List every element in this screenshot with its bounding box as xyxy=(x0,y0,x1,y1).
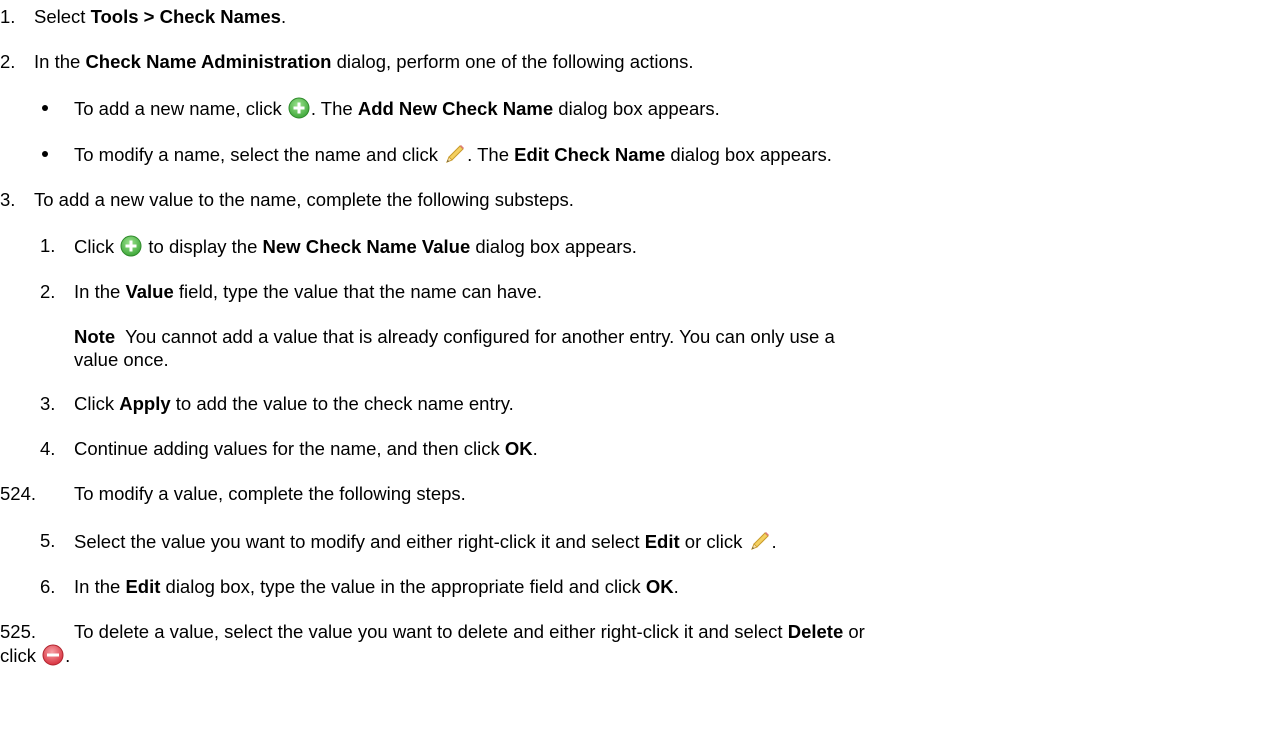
step-1-text: Select Tools > Check Names. xyxy=(34,6,287,27)
note-line-1: Note You cannot add a value that is alre… xyxy=(74,326,835,347)
bullet-marker xyxy=(42,151,48,157)
substep-1-number: 1. xyxy=(40,235,56,256)
substep-3-text: Click Apply to add the value to the chec… xyxy=(74,393,514,414)
delete-icon xyxy=(42,644,64,666)
substep-4-text: Continue adding values for the name, and… xyxy=(74,438,538,459)
step-2-number: 2. xyxy=(0,51,16,72)
substep-5-text: Select the value you want to modify and … xyxy=(74,530,777,552)
substep-2-text: In the Value field, type the value that … xyxy=(74,281,542,302)
substep-6-text: In the Edit dialog box, type the value i… xyxy=(74,576,679,597)
edit-icon xyxy=(749,530,771,552)
substep-1-text: Click to display the New Check Name Valu… xyxy=(74,235,637,257)
substep-6-number: 6. xyxy=(40,576,56,597)
step-3-number: 3. xyxy=(0,189,16,210)
menu-path: Tools > Check Names xyxy=(90,6,281,27)
edit-icon xyxy=(444,143,466,165)
step-525-text-line-2: click . xyxy=(0,644,71,666)
step-525-text: To delete a value, select the value you … xyxy=(74,621,865,642)
substep-2-number: 2. xyxy=(40,281,56,302)
step-3-text: To add a new value to the name, complete… xyxy=(34,189,574,210)
substep-4-number: 4. xyxy=(40,438,56,459)
step-2-text: In the Check Name Administration dialog,… xyxy=(34,51,694,72)
add-icon xyxy=(288,97,310,119)
bullet-marker xyxy=(42,105,48,111)
step-524-text: To modify a value, complete the followin… xyxy=(74,483,466,504)
dialog-name: Check Name Administration xyxy=(85,51,332,72)
add-icon xyxy=(120,235,142,257)
step-524-number: 524. xyxy=(0,483,37,504)
bullet-add-name: To add a new name, click . The Add New C… xyxy=(74,97,720,119)
bullet-modify-name: To modify a name, select the name and cl… xyxy=(74,143,832,165)
step-525-number: 525. xyxy=(0,621,37,642)
note-label: Note xyxy=(74,326,116,347)
substep-5-number: 5. xyxy=(40,530,56,551)
substep-3-number: 3. xyxy=(40,393,56,414)
note-line-2: value once. xyxy=(74,349,169,370)
step-1-number: 1. xyxy=(0,6,16,27)
